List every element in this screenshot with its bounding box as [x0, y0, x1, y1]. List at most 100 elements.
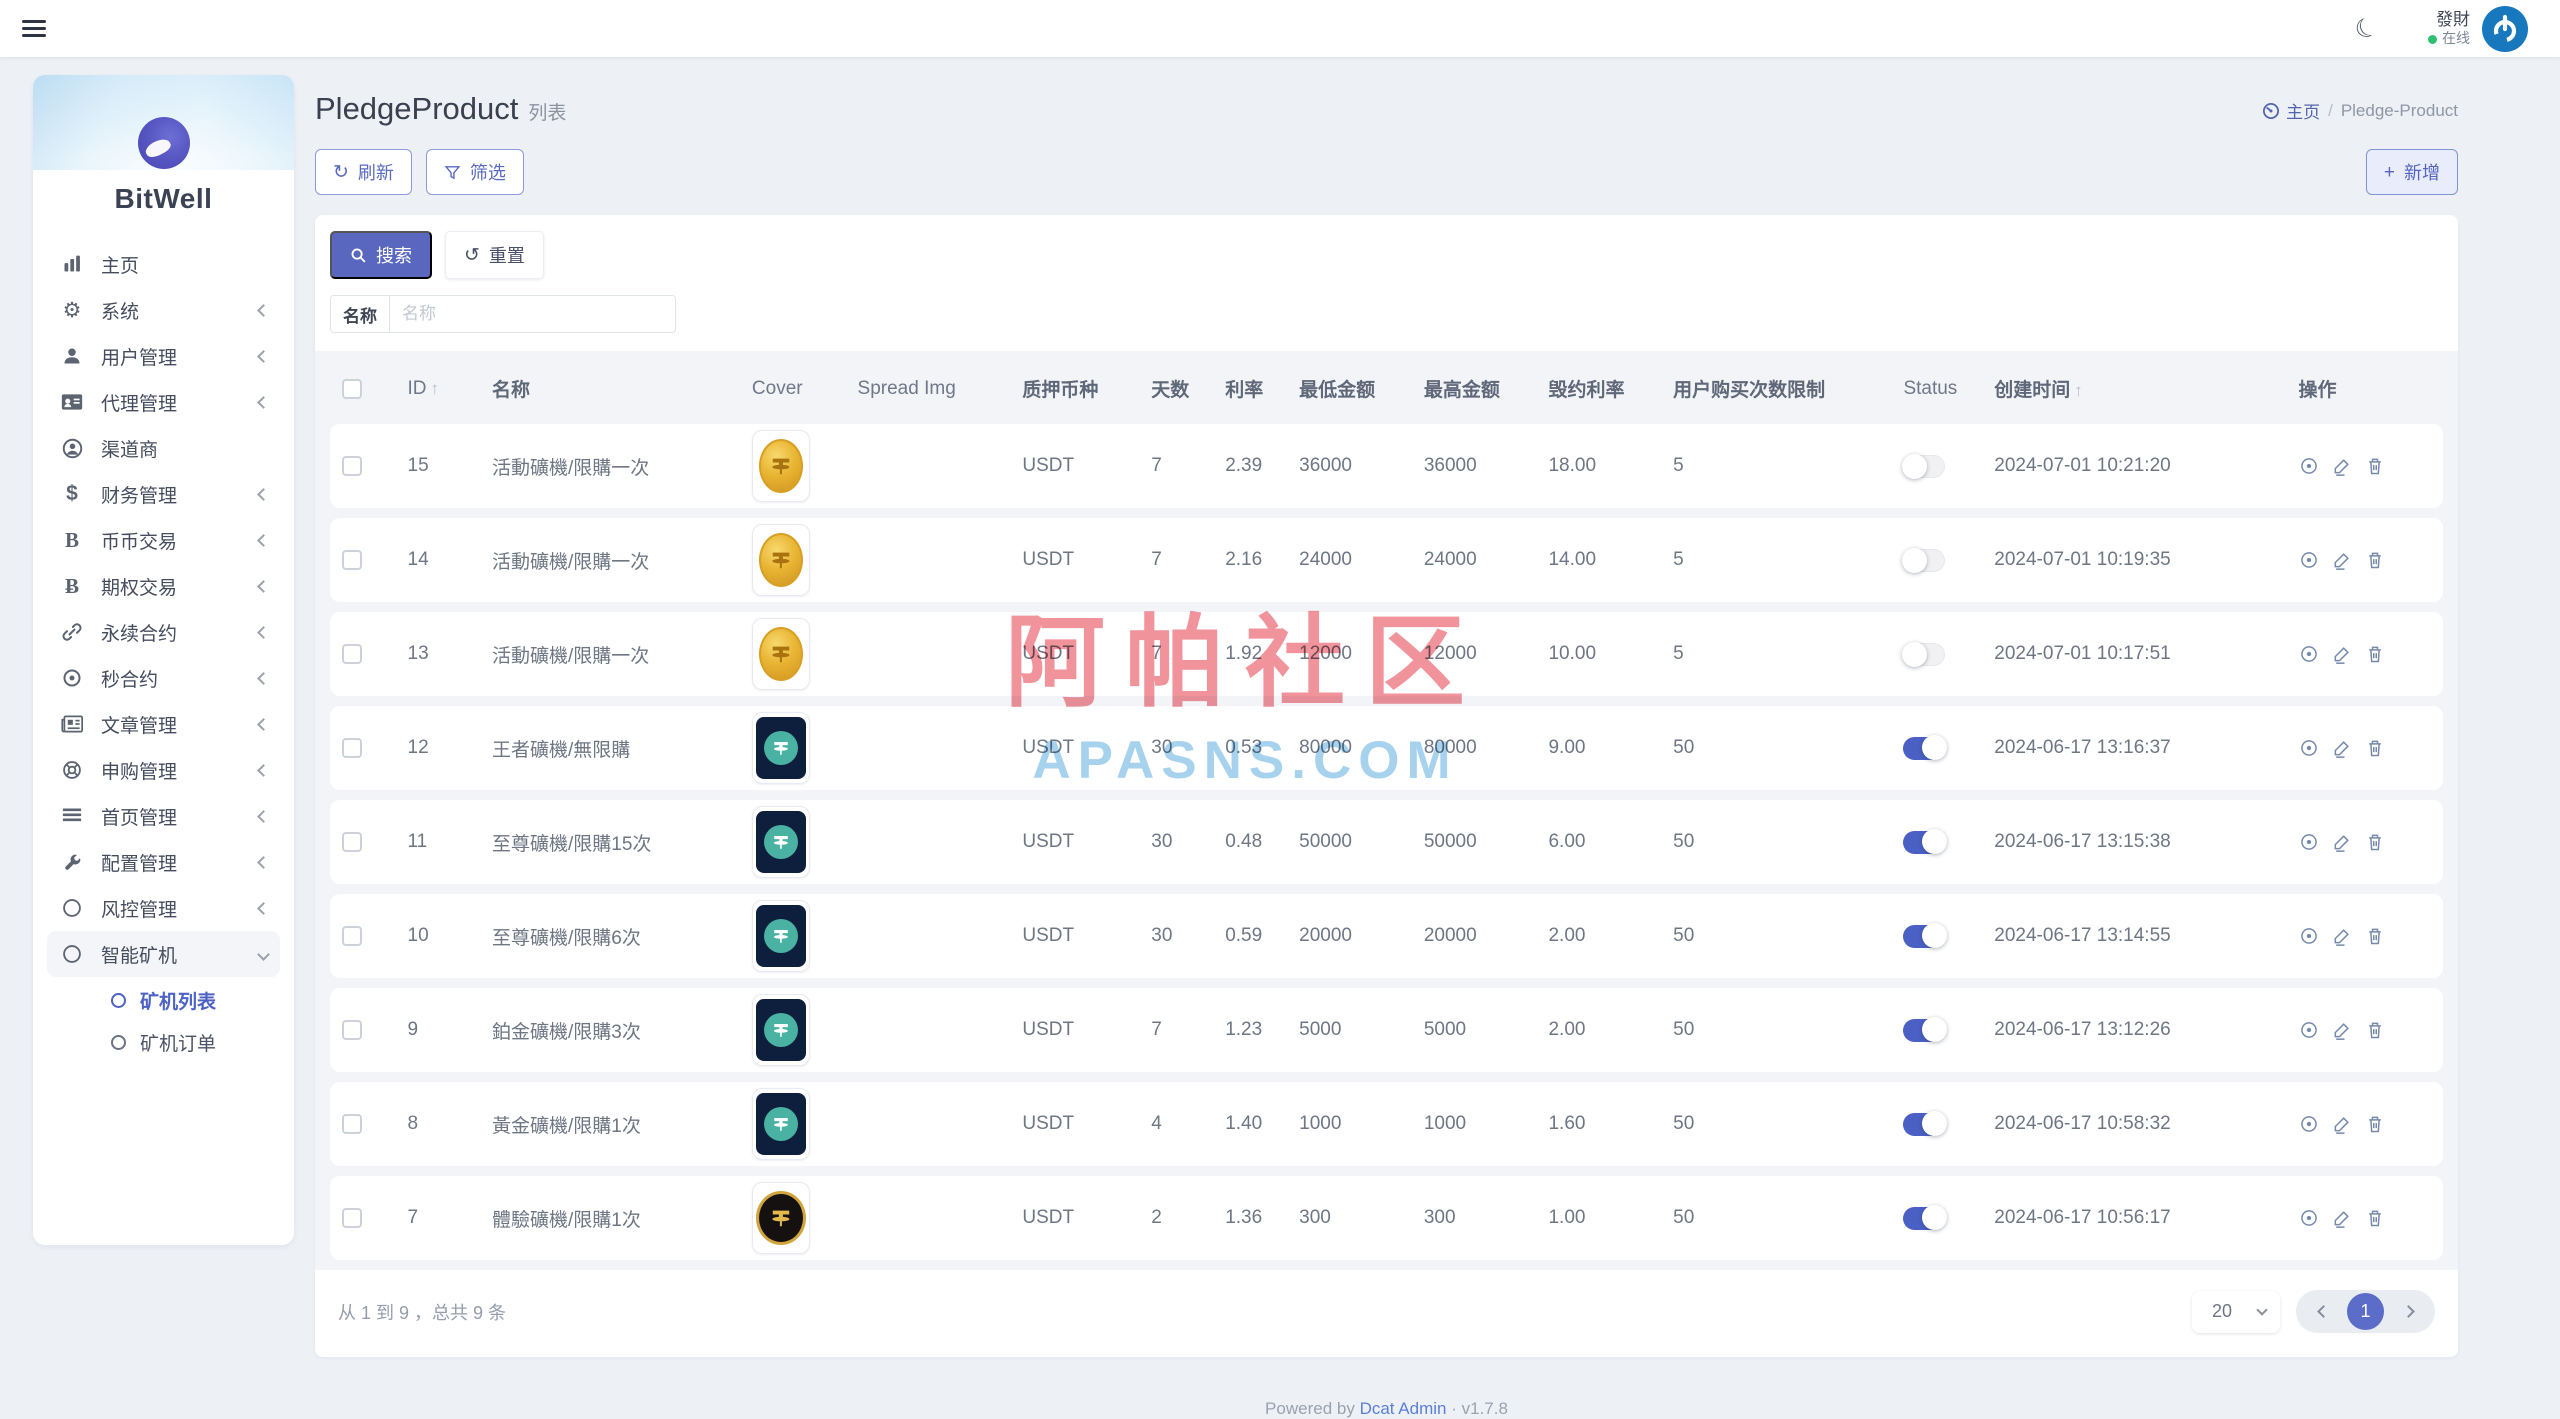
cover-image[interactable]: [752, 524, 810, 596]
page-size-select[interactable]: 20: [2192, 1291, 2280, 1333]
refresh-button[interactable]: ↻ 刷新: [315, 149, 412, 195]
cover-image[interactable]: [752, 900, 810, 972]
row-checkbox[interactable]: [342, 1020, 362, 1040]
view-icon[interactable]: [2299, 832, 2319, 852]
name-filter-input[interactable]: [390, 296, 675, 332]
column-header[interactable]: 创建时间↑: [1982, 361, 2286, 414]
select-all-checkbox[interactable]: [342, 379, 362, 399]
view-icon[interactable]: [2299, 1020, 2319, 1040]
cover-image[interactable]: [752, 1182, 810, 1254]
edit-icon[interactable]: [2332, 644, 2352, 664]
view-icon[interactable]: [2299, 1114, 2319, 1134]
sidebar-subitem-1[interactable]: 矿机列表: [111, 979, 266, 1021]
sidebar-item-7[interactable]: B 币币交易: [47, 517, 280, 563]
status-toggle[interactable]: [1903, 549, 1945, 572]
view-icon[interactable]: [2299, 738, 2319, 758]
sidebar-subitem-2[interactable]: 矿机订单: [111, 1021, 266, 1063]
brand[interactable]: BitWell: [33, 75, 294, 215]
view-icon[interactable]: [2299, 550, 2319, 570]
prev-page-button[interactable]: [2303, 1292, 2343, 1332]
sidebar-item-1[interactable]: 主页: [47, 241, 280, 287]
status-toggle[interactable]: [1903, 455, 1945, 478]
user-status: 在线: [2442, 30, 2470, 48]
cell-min-amount: 20000: [1287, 894, 1412, 978]
view-icon[interactable]: [2299, 1208, 2319, 1228]
cover-image[interactable]: [752, 806, 810, 878]
menu-toggle-icon[interactable]: [22, 16, 46, 41]
delete-icon[interactable]: [2365, 644, 2385, 664]
edit-icon[interactable]: [2332, 550, 2352, 570]
view-icon[interactable]: [2299, 926, 2319, 946]
row-checkbox[interactable]: [342, 1114, 362, 1134]
row-checkbox[interactable]: [342, 550, 362, 570]
reset-button[interactable]: ↺ 重置: [445, 231, 544, 279]
delete-icon[interactable]: [2365, 738, 2385, 758]
row-checkbox[interactable]: [342, 1208, 362, 1228]
next-page-button[interactable]: [2388, 1292, 2428, 1332]
sidebar-item-4[interactable]: 代理管理: [47, 379, 280, 425]
sidebar-item-5[interactable]: 渠道商: [47, 425, 280, 471]
sidebar-item-15[interactable]: 风控管理: [47, 885, 280, 931]
sidebar-item-8[interactable]: Ƀ 期权交易: [47, 563, 280, 609]
row-checkbox[interactable]: [342, 832, 362, 852]
delete-icon[interactable]: [2365, 832, 2385, 852]
delete-icon[interactable]: [2365, 1020, 2385, 1040]
cell-spread-img: [846, 1176, 1011, 1260]
edit-icon[interactable]: [2332, 1114, 2352, 1134]
status-toggle[interactable]: [1903, 1113, 1945, 1136]
dark-mode-icon[interactable]: ☾: [2349, 10, 2383, 48]
edit-icon[interactable]: [2332, 832, 2352, 852]
delete-icon[interactable]: [2365, 1208, 2385, 1228]
filter-button[interactable]: 筛选: [426, 149, 524, 195]
sidebar-item-10[interactable]: 秒合约: [47, 655, 280, 701]
breadcrumb-home-link[interactable]: 主页: [2262, 98, 2320, 123]
cover-image[interactable]: [752, 618, 810, 690]
status-toggle[interactable]: [1903, 737, 1945, 760]
edit-icon[interactable]: [2332, 1020, 2352, 1040]
status-toggle[interactable]: [1903, 1207, 1945, 1230]
sidebar-item-14[interactable]: 配置管理: [47, 839, 280, 885]
row-checkbox[interactable]: [342, 926, 362, 946]
sidebar-item-16[interactable]: 智能矿机: [47, 931, 280, 977]
delete-icon[interactable]: [2365, 926, 2385, 946]
sidebar-item-9[interactable]: 永续合约: [47, 609, 280, 655]
sidebar-item-2[interactable]: ⚙ 系统: [47, 287, 280, 333]
column-header: 最高金额: [1412, 361, 1537, 414]
edit-icon[interactable]: [2332, 1208, 2352, 1228]
search-button[interactable]: 搜索: [330, 231, 432, 279]
current-page-button[interactable]: 1: [2347, 1293, 2384, 1330]
row-checkbox[interactable]: [342, 738, 362, 758]
view-icon[interactable]: [2299, 456, 2319, 476]
edit-icon[interactable]: [2332, 926, 2352, 946]
cover-image[interactable]: [752, 1088, 810, 1160]
delete-icon[interactable]: [2365, 1114, 2385, 1134]
sidebar-item-11[interactable]: 文章管理: [47, 701, 280, 747]
row-checkbox[interactable]: [342, 644, 362, 664]
content-card: 搜索 ↺ 重置 名称 ID: [315, 215, 2458, 1357]
delete-icon[interactable]: [2365, 550, 2385, 570]
avatar[interactable]: [2482, 6, 2528, 52]
cell-created-at: 2024-06-17 13:12:26: [1982, 988, 2286, 1072]
create-button[interactable]: + 新增: [2366, 149, 2458, 195]
column-header[interactable]: ID↑: [396, 361, 481, 414]
cover-image[interactable]: [752, 430, 810, 502]
row-checkbox[interactable]: [342, 456, 362, 476]
edit-icon[interactable]: [2332, 738, 2352, 758]
sidebar-item-3[interactable]: 用户管理: [47, 333, 280, 379]
sidebar-item-12[interactable]: 申购管理: [47, 747, 280, 793]
status-toggle[interactable]: [1903, 643, 1945, 666]
cell-pledge-coin: USDT: [1010, 894, 1139, 978]
sidebar-item-13[interactable]: 首页管理: [47, 793, 280, 839]
view-icon[interactable]: [2299, 644, 2319, 664]
cover-image[interactable]: [752, 994, 810, 1066]
status-toggle[interactable]: [1903, 831, 1945, 854]
status-toggle[interactable]: [1903, 925, 1945, 948]
sidebar-item-6[interactable]: $ 财务管理: [47, 471, 280, 517]
status-toggle[interactable]: [1903, 1019, 1945, 1042]
cell-days: 7: [1139, 988, 1213, 1072]
cover-image[interactable]: [752, 712, 810, 784]
user-info[interactable]: 發財 在线: [2428, 9, 2470, 48]
delete-icon[interactable]: [2365, 456, 2385, 476]
edit-icon[interactable]: [2332, 456, 2352, 476]
dcat-admin-link[interactable]: Dcat Admin: [1360, 1399, 1447, 1418]
